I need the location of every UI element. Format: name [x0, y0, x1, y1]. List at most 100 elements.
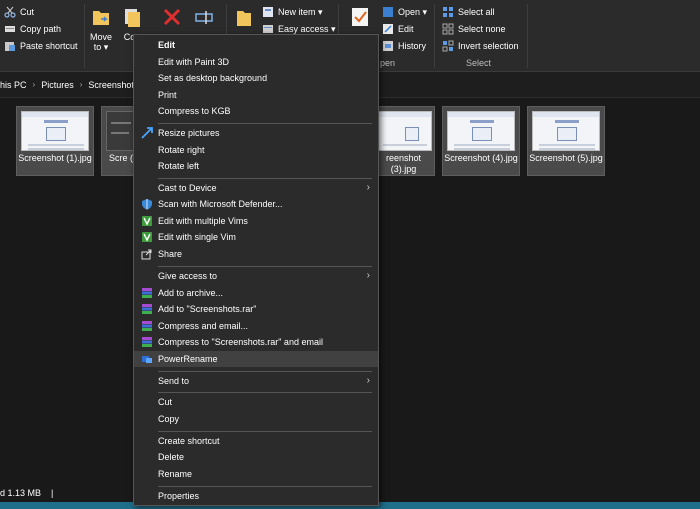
menu-item-power-rename[interactable]: PowerRename — [134, 351, 378, 367]
chevron-right-icon: › — [32, 80, 36, 89]
menu-item-send-to[interactable]: Send to › — [134, 373, 378, 389]
new-item-icon — [263, 7, 273, 17]
menu-item-resize-pictures[interactable]: Resize pictures — [134, 125, 378, 141]
copy-path-command[interactable]: Copy path — [4, 23, 61, 35]
delete-ribbon-button[interactable] — [160, 6, 184, 32]
menu-separator — [158, 178, 372, 179]
menu-item-label: Add to "Screenshots.rar" — [158, 304, 257, 314]
new-folder-icon — [237, 11, 251, 26]
history-icon — [383, 41, 393, 51]
history-command[interactable]: History — [382, 40, 426, 52]
image-thumbnail — [532, 111, 600, 151]
menu-item-copy[interactable]: Copy — [134, 411, 378, 427]
menu-separator — [158, 371, 372, 372]
paste-shortcut-label: Paste shortcut — [20, 41, 78, 51]
paste-shortcut-command[interactable]: Paste shortcut — [4, 40, 78, 52]
winrar-icon — [142, 321, 152, 331]
image-thumbnail — [21, 111, 89, 151]
move-to-button[interactable]: Move to ▾ — [88, 6, 114, 52]
menu-item-label: Edit with Paint 3D — [158, 57, 230, 67]
breadcrumb-this-pc[interactable]: his PC — [0, 80, 27, 90]
invert-selection-command[interactable]: Invert selection — [442, 40, 519, 52]
menu-separator — [158, 392, 372, 393]
move-folder-icon — [93, 11, 109, 25]
winrar-icon — [142, 288, 152, 298]
file-item[interactable]: Screenshot (4).jpg — [442, 106, 520, 176]
menu-item-properties[interactable]: Properties — [134, 488, 378, 504]
menu-separator — [158, 431, 372, 432]
menu-item-compress-kgb[interactable]: Compress to KGB — [134, 103, 378, 119]
menu-item-label: Rotate left — [158, 161, 200, 171]
menu-separator — [158, 266, 372, 267]
menu-item-label: Add to archive... — [158, 288, 224, 298]
breadcrumb-pictures[interactable]: Pictures — [41, 80, 74, 90]
image-thumbnail — [106, 111, 136, 151]
select-all-label: Select all — [458, 7, 495, 17]
delete-x-icon — [163, 8, 181, 26]
breadcrumb-screenshots[interactable]: Screenshot — [88, 80, 134, 90]
select-all-command[interactable]: Select all — [442, 6, 495, 18]
menu-item-cast-to-device[interactable]: Cast to Device › — [134, 180, 378, 196]
new-folder-button[interactable] — [232, 6, 256, 32]
menu-item-label: Rotate right — [158, 145, 205, 155]
new-item-command[interactable]: New item ▾ — [262, 6, 323, 18]
menu-item-rotate-right[interactable]: Rotate right — [134, 142, 378, 158]
resize-pictures-icon — [141, 127, 153, 139]
menu-item-add-rar[interactable]: Add to "Screenshots.rar" — [134, 301, 378, 317]
menu-item-label: Compress to KGB — [158, 106, 231, 116]
rename-icon — [195, 11, 213, 24]
copy-path-icon — [5, 26, 15, 32]
open-label: Open ▾ — [398, 6, 428, 17]
file-item[interactable]: Screenshot (5).jpg — [527, 106, 605, 176]
open-command[interactable]: Open ▾ — [382, 6, 427, 18]
menu-item-label: Create shortcut — [158, 436, 220, 446]
menu-item-label: Resize pictures — [158, 128, 220, 138]
menu-item-create-shortcut[interactable]: Create shortcut — [134, 433, 378, 449]
menu-item-delete[interactable]: Delete — [134, 449, 378, 465]
menu-item-rename[interactable]: Rename — [134, 466, 378, 482]
copy-folder-icon — [125, 9, 140, 27]
properties-ribbon-button[interactable] — [348, 6, 372, 32]
menu-item-give-access[interactable]: Give access to › — [134, 268, 378, 284]
winrar-icon — [142, 337, 152, 347]
menu-item-rotate-left[interactable]: Rotate left — [134, 158, 378, 174]
selection-size: d 1.13 MB — [0, 488, 42, 498]
menu-item-label: Rename — [158, 469, 193, 479]
menu-item-print[interactable]: Print — [134, 87, 378, 103]
menu-item-share[interactable]: Share — [134, 246, 378, 262]
vim-icon — [142, 232, 152, 242]
menu-item-compress-email[interactable]: Compress and email... — [134, 318, 378, 334]
rename-ribbon-button[interactable] — [192, 6, 216, 32]
menu-item-set-desktop-bg[interactable]: Set as desktop background — [134, 70, 378, 86]
menu-item-edit[interactable]: Edit — [134, 37, 378, 53]
select-none-command[interactable]: Select none — [442, 23, 506, 35]
file-item[interactable]: reenshot (3).jpg — [372, 106, 435, 176]
select-all-icon — [443, 7, 453, 17]
file-item[interactable]: Screenshot (1).jpg — [16, 106, 94, 176]
menu-item-edit-multiple-vims[interactable]: Edit with multiple Vims — [134, 213, 378, 229]
menu-item-label: Print — [158, 90, 177, 100]
edit-command[interactable]: Edit — [382, 23, 414, 35]
menu-item-add-archive[interactable]: Add to archive... — [134, 285, 378, 301]
menu-item-compress-rar-email[interactable]: Compress to "Screenshots.rar" and email — [134, 334, 378, 350]
menu-item-label: Scan with Microsoft Defender... — [158, 199, 283, 209]
edit-label: Edit — [398, 24, 414, 34]
chevron-right-icon: › — [366, 375, 370, 386]
menu-item-edit-single-vim[interactable]: Edit with single Vim — [134, 229, 378, 245]
menu-item-label: Cast to Device — [158, 183, 217, 193]
winrar-icon — [142, 304, 152, 314]
file-name: Screenshot (5).jpg — [529, 153, 603, 163]
defender-shield-icon — [142, 199, 152, 210]
ribbon-divider — [434, 4, 435, 68]
open-icon — [383, 7, 393, 17]
easy-access-label: Easy access ▾ — [278, 23, 336, 34]
select-none-icon — [442, 23, 454, 35]
chevron-right-icon: › — [366, 270, 370, 281]
cut-command[interactable]: Cut — [4, 6, 34, 18]
status-divider: | — [51, 488, 54, 498]
menu-item-scan-defender[interactable]: Scan with Microsoft Defender... — [134, 196, 378, 212]
menu-item-label: Cut — [158, 397, 173, 407]
menu-item-label: Edit with multiple Vims — [158, 216, 248, 226]
menu-item-cut[interactable]: Cut — [134, 394, 378, 410]
menu-item-edit-paint3d[interactable]: Edit with Paint 3D — [134, 54, 378, 70]
